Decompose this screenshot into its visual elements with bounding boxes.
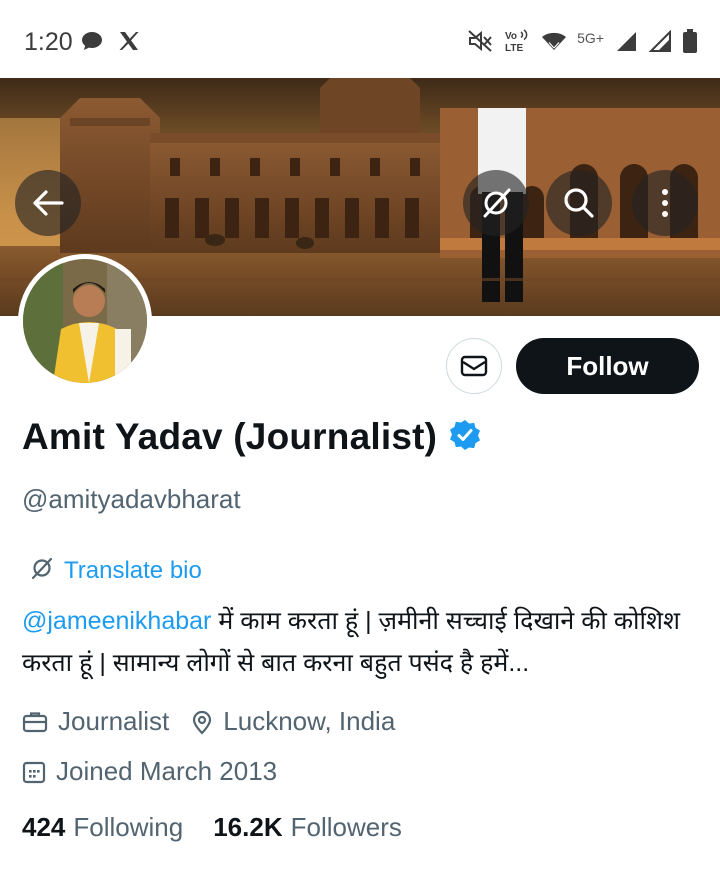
joined-row: Joined March 2013 [22,756,277,787]
following-link[interactable]: 424 Following [22,812,183,843]
bio: @jameenikhabar में काम करता हूं | ज़मीनी… [22,600,682,684]
battery-icon [682,28,698,59]
followers-count: 16.2K [213,812,283,842]
wifi-icon [541,31,567,56]
verified-badge-icon[interactable] [449,419,481,456]
more-options-button[interactable] [632,170,698,236]
location: Lucknow, India [223,706,396,736]
search-icon [564,188,594,218]
svg-text:LTE: LTE [505,43,523,54]
display-name-row: Amit Yadav (Journalist) [22,416,481,458]
message-button[interactable] [446,338,502,394]
display-name: Amit Yadav (Journalist) [22,416,438,457]
followers-label: Followers [290,812,402,842]
search-button[interactable] [546,170,612,236]
translate-header-button[interactable] [463,170,529,236]
network-type-label: 5G+ [577,29,604,46]
followers-link[interactable]: 16.2K Followers [213,812,402,843]
joined-date: Joined March 2013 [56,756,278,786]
translate-icon [483,188,511,218]
volte-icon: Vo LTE [503,28,531,59]
more-vertical-icon [662,189,668,217]
signal-icon [648,29,672,57]
follow-stats: 424 Following 16.2K Followers [22,812,402,843]
bio-mention-link[interactable]: @jameenikhabar [22,607,211,635]
calendar-icon [22,760,46,784]
translate-icon [30,556,54,585]
back-arrow-icon [33,190,64,216]
x-logo-icon [118,30,140,57]
status-time: 1:20 [24,28,73,56]
chat-bubble-icon [80,30,104,57]
translate-bio-link[interactable]: Translate bio [30,556,202,585]
back-button[interactable] [15,170,81,236]
briefcase-icon [22,710,48,734]
following-label: Following [73,812,184,842]
envelope-icon [460,355,488,377]
profile-meta-row: Journalist Lucknow, India [22,706,395,737]
following-count: 424 [22,812,66,842]
follow-button[interactable]: Follow [516,338,699,394]
handle: @amityadavbharat [22,484,241,514]
svg-text:Vo: Vo [505,31,517,42]
location-pin-icon [191,709,213,735]
avatar-image [23,259,147,383]
mute-icon [467,29,493,58]
signal-icon [614,30,638,57]
translate-bio-label: Translate bio [64,556,202,584]
status-bar: 1:20 Vo LTE 5G+ [0,0,720,78]
profession: Journalist [58,706,170,736]
avatar[interactable] [18,254,152,388]
